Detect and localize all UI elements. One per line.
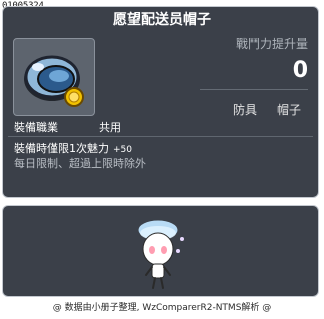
- combat-power-value: 0: [292, 58, 308, 83]
- effect-value: +50: [113, 145, 132, 155]
- footer-credit: @ 数据由小册子整理, WzComparerR2-NTMS解析 @: [52, 303, 272, 313]
- job-value: 共用: [99, 121, 121, 134]
- category-tag-armor: 防具: [233, 103, 258, 117]
- job-label: 裝備職業: [14, 121, 58, 134]
- effect-text: 裝備時僅限1次魅力: [14, 142, 109, 155]
- stat-divider: [200, 89, 308, 90]
- combat-power-label: 戰鬥力提升量: [235, 37, 308, 51]
- helmet-icon: [24, 55, 84, 107]
- category-tag-hat: 帽子: [277, 103, 302, 117]
- item-title: 愿望配送员帽子: [113, 12, 211, 28]
- avatar-preview: [137, 219, 184, 289]
- effect-line: 裝備時僅限1次魅力 +50: [14, 142, 132, 157]
- section-divider: [8, 136, 313, 137]
- item-description: 每日限制、超過上限時除外: [14, 157, 146, 170]
- item-icon-frame: [13, 38, 95, 116]
